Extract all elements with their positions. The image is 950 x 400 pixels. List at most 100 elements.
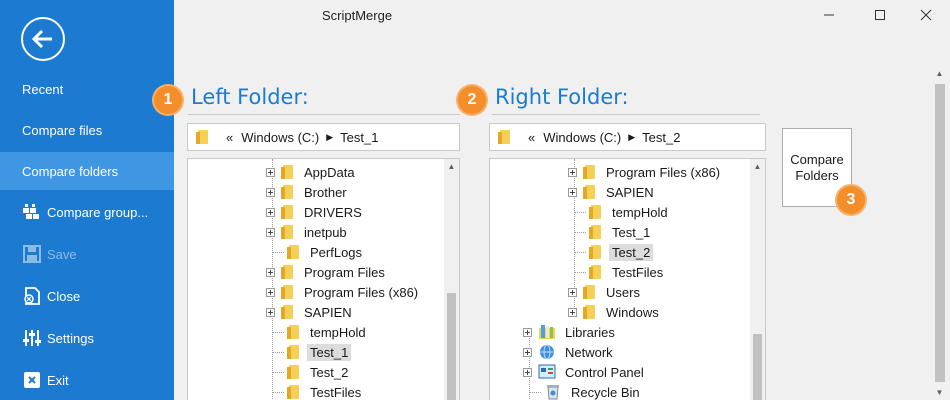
expand-icon[interactable] <box>523 347 532 357</box>
expand-icon[interactable] <box>266 167 275 177</box>
path-overflow-chevron[interactable]: « <box>528 130 535 145</box>
tree-node[interactable]: AppData <box>266 162 358 182</box>
left-tree-scrollbar[interactable]: ▲ <box>444 159 459 400</box>
compare-button-line2: Folders <box>795 167 839 183</box>
tree-node[interactable]: Windows <box>568 302 662 322</box>
close-window-icon[interactable] <box>911 4 941 26</box>
expand-icon[interactable] <box>266 227 275 237</box>
path-overflow-chevron[interactable]: « <box>226 130 233 145</box>
tree-node[interactable]: Network <box>523 342 616 362</box>
expand-icon[interactable] <box>568 167 577 177</box>
folder-icon <box>583 164 597 180</box>
folder-icon <box>281 264 295 280</box>
tree-node-selected[interactable]: Test_1 <box>272 342 352 362</box>
nav-close[interactable]: Close <box>0 277 174 315</box>
tree-node-label: Test_1 <box>612 224 651 240</box>
tree-node[interactable]: SAPIEN <box>266 302 355 322</box>
tree-node[interactable]: Program Files <box>266 262 388 282</box>
right-path-bar[interactable]: « Windows (C:) ▶ Test_2 <box>489 123 766 151</box>
expand-icon[interactable] <box>568 287 577 297</box>
scroll-up-arrow-icon[interactable]: ▲ <box>750 159 765 174</box>
expand-icon[interactable] <box>266 187 275 197</box>
tree-connector <box>529 391 541 393</box>
tree-node[interactable]: SAPIEN <box>568 182 657 202</box>
back-arrow-icon[interactable] <box>21 17 65 61</box>
nav-recent[interactable]: Recent <box>0 70 174 108</box>
right-tree-scrollbar[interactable]: ▲ <box>750 159 765 400</box>
path-segment-folder[interactable]: Test_1 <box>340 130 378 145</box>
step-badge-1: 1 <box>154 86 182 114</box>
tree-node[interactable]: Test_1 <box>574 222 653 242</box>
right-folder-tree[interactable]: Program Files (x86) SAPIEN tempHold Test… <box>489 158 766 400</box>
nav-compare-files[interactable]: Compare files <box>0 111 174 149</box>
tree-node[interactable]: Test_2 <box>272 362 351 382</box>
minimize-icon[interactable] <box>814 4 844 26</box>
network-icon <box>538 344 556 360</box>
tree-node[interactable]: TestFiles <box>574 262 666 282</box>
scroll-up-arrow-icon[interactable]: ▲ <box>932 66 947 81</box>
scroll-thumb[interactable] <box>447 293 456 400</box>
nav-compare-group[interactable]: Compare group... <box>0 193 174 231</box>
tree-connector <box>272 251 284 253</box>
tree-node-label: Recycle Bin <box>571 384 640 400</box>
tree-node[interactable]: Libraries <box>523 322 618 342</box>
tree-node[interactable]: Brother <box>266 182 350 202</box>
tree-node[interactable]: Users <box>568 282 643 302</box>
tree-node-label: Control Panel <box>565 364 644 380</box>
expand-icon[interactable] <box>568 307 577 317</box>
compare-folders-button-label: Compare Folders <box>790 152 843 184</box>
tree-node-label: TestFiles <box>612 264 664 280</box>
folder-icon <box>589 264 603 280</box>
expand-icon[interactable] <box>266 307 275 317</box>
expand-icon[interactable] <box>523 327 532 337</box>
tree-connector <box>574 251 586 253</box>
maximize-icon[interactable] <box>865 4 895 26</box>
expand-icon[interactable] <box>266 267 275 277</box>
folder-icon <box>583 304 597 320</box>
tree-node[interactable]: inetpub <box>266 222 350 242</box>
tree-node[interactable]: Program Files (x86) <box>266 282 421 302</box>
tree-node[interactable]: tempHold <box>272 322 369 342</box>
right-heading-divider <box>492 114 760 115</box>
scroll-down-arrow-icon[interactable]: ▼ <box>932 385 947 400</box>
expand-icon[interactable] <box>523 367 532 377</box>
main-panel: 1 Left Folder: 2 Right Folder: « Windows… <box>154 32 936 400</box>
tree-node[interactable]: DRIVERS <box>266 202 365 222</box>
left-path-bar[interactable]: « Windows (C:) ▶ Test_1 <box>187 123 460 151</box>
nav-compare-folders[interactable]: Compare folders <box>0 152 174 190</box>
tree-node[interactable]: Control Panel <box>523 362 647 382</box>
scroll-thumb[interactable] <box>935 84 945 382</box>
nav-close-label: Close <box>47 288 81 304</box>
left-heading-divider <box>188 114 460 115</box>
tree-node-label: Program Files (x86) <box>304 284 419 300</box>
tree-node[interactable]: Recycle Bin <box>529 382 643 400</box>
libraries-icon <box>538 324 556 340</box>
tree-connector <box>272 331 284 333</box>
tree-node[interactable]: TestFiles <box>272 382 364 400</box>
tree-node-selected[interactable]: Test_2 <box>574 242 654 262</box>
nav-compare-folders-label: Compare folders <box>22 163 119 179</box>
tree-node[interactable]: PerfLogs <box>272 242 365 262</box>
left-folder-tree[interactable]: AppData Brother DRIVERS inetpub PerfLogs… <box>187 158 460 400</box>
folder-icon <box>287 324 301 340</box>
expand-icon[interactable] <box>568 187 577 197</box>
tree-node[interactable]: tempHold <box>574 202 671 222</box>
folder-icon <box>281 224 295 240</box>
expand-icon[interactable] <box>266 207 275 217</box>
folder-icon <box>589 244 603 260</box>
nav-settings[interactable]: Settings <box>0 319 174 357</box>
path-segment-drive[interactable]: Windows (C:) <box>241 130 319 145</box>
main-scrollbar[interactable]: ▲ ▼ <box>932 66 948 400</box>
expand-icon[interactable] <box>266 287 275 297</box>
scroll-up-arrow-icon[interactable]: ▲ <box>444 159 459 174</box>
path-segment-drive[interactable]: Windows (C:) <box>543 130 621 145</box>
scroll-thumb[interactable] <box>753 334 762 400</box>
step-badge-2: 2 <box>458 86 486 114</box>
nav-compare-files-label: Compare files <box>22 122 103 138</box>
path-separator-icon: ▶ <box>628 131 636 142</box>
tree-node[interactable]: Program Files (x86) <box>568 162 723 182</box>
nav-exit[interactable]: Exit <box>0 361 174 399</box>
path-segment-folder[interactable]: Test_2 <box>642 130 680 145</box>
step-badge-3: 3 <box>837 186 865 214</box>
nav-save[interactable]: Save <box>0 235 174 273</box>
